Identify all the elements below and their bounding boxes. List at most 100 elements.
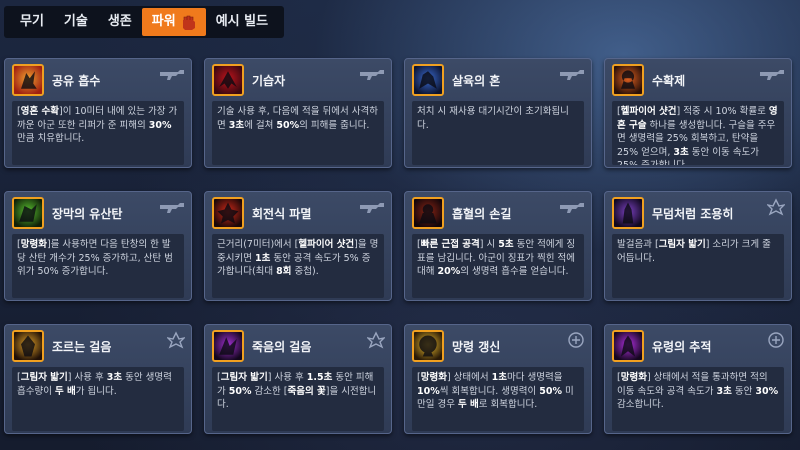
highlight-text: 20% <box>437 266 461 277</box>
power-card-header: 무덤처럼 조용히 <box>612 197 784 229</box>
tab-survival[interactable]: 생존 <box>98 8 142 36</box>
highlight-text: 3초 <box>716 385 732 397</box>
power-description: 근거리(7미터)에서 [헬파이어 샷건]을 명중시키면 1초 동안 공격 속도가… <box>212 234 384 298</box>
power-art-icon <box>412 64 444 96</box>
power-art-icon <box>212 330 244 362</box>
power-card-header: 유령의 추적 <box>612 330 784 362</box>
shotgun-icon <box>559 65 585 80</box>
description-text: 처치 시 재사용 대기시간이 초기화됩니다. <box>417 106 569 131</box>
power-card[interactable]: 조르는 걸음 [그림자 밟기] 사용 후 3초 동안 생명력 흡수량이 두 배가 … <box>4 324 192 434</box>
fist-icon <box>180 14 198 30</box>
power-description: [망령화] 상태에서 1초마다 생명력을 10%씩 회복합니다. 생명력이 50… <box>412 367 584 431</box>
power-card[interactable]: 흡혈의 손길 [빠른 근접 공격] 시 5초 동안 적에게 징표를 남깁니다. 아… <box>404 191 592 301</box>
power-title: 기습자 <box>252 73 286 88</box>
description-text: 에 걸쳐 <box>244 119 277 131</box>
description-text: 로 회복합니다. <box>478 399 538 410</box>
power-card[interactable]: 기습자기술 사용 후, 다음에 적을 뒤에서 사격하면 3초에 걸쳐 50%의 … <box>204 58 392 168</box>
highlight-text: 그림자 밟기 <box>20 372 68 383</box>
highlight-text: 빠른 근접 공격 <box>420 239 480 250</box>
highlight-text: 1초 <box>491 372 508 383</box>
highlight-text: 30% <box>755 385 779 397</box>
power-art-icon <box>612 64 644 96</box>
description-text: 발걸음과 [ <box>617 239 659 250</box>
highlight-text: 망령화 <box>20 239 47 250</box>
power-description: 기술 사용 후, 다음에 적을 뒤에서 사격하면 3초에 걸쳐 50%의 피해를… <box>212 101 384 165</box>
tab-power[interactable]: 파워 <box>141 8 206 36</box>
power-title: 수확제 <box>652 73 686 88</box>
highlight-text: 두 배 <box>54 385 76 397</box>
power-description: [망령화] 상태에서 적을 통과하면 적의 이동 속도와 공격 속도가 3초 동… <box>612 367 784 431</box>
shotgun-icon <box>159 198 185 213</box>
power-title: 공유 흡수 <box>52 73 101 88</box>
power-art-icon <box>612 330 644 362</box>
power-card[interactable]: 살육의 혼처치 시 재사용 대기시간이 초기화됩니다. <box>404 58 592 168</box>
power-card[interactable]: 장막의 유산탄 [망령화]를 사용하면 다음 탄창의 한 발당 산탄 개수가 25… <box>4 191 192 301</box>
power-description: 발걸음과 [그림자 밟기] 소리가 크게 줄어듭니다. <box>612 234 784 298</box>
ability-emblem-icon <box>365 331 387 349</box>
power-card[interactable]: 회전식 파멸근거리(7미터)에서 [헬파이어 샷건]을 명중시키면 1초 동안 … <box>204 191 392 301</box>
description-text: 마다 생명력을 <box>507 372 563 383</box>
power-title: 회전식 파멸 <box>252 206 312 221</box>
highlight-text: 헬파이어 샷건 <box>298 239 355 250</box>
highlight-text: 망령화 <box>420 372 447 383</box>
power-description: [그림자 밟기] 사용 후 1.5초 동안 피해가 50% 감소한 [죽음의 꽃… <box>212 367 384 431</box>
power-title: 유령의 추적 <box>652 339 712 354</box>
power-art-icon <box>612 197 644 229</box>
highlight-text: 50% <box>276 119 300 131</box>
power-card-header: 망령 갱신 <box>412 330 584 362</box>
power-title: 조르는 걸음 <box>52 339 112 354</box>
power-card[interactable]: 공유 흡수 [영혼 수확]이 10미터 내에 있는 가장 가까운 아군 또한 리퍼… <box>4 58 192 168</box>
highlight-text: 3초 <box>673 146 689 158</box>
description-text: 동안 <box>731 385 756 397</box>
power-description: 처치 시 재사용 대기시간이 초기화됩니다. <box>412 101 584 165</box>
tab-weapons[interactable]: 무기 <box>10 8 54 36</box>
description-text: 씩 회복합니다. 생명력이 <box>439 385 540 397</box>
highlight-text: 헬파이어 샷건 <box>620 106 677 117</box>
power-card[interactable]: 무덤처럼 조용히발걸음과 [그림자 밟기] 소리가 크게 줄어듭니다. <box>604 191 792 301</box>
power-description: [빠른 근접 공격] 시 5초 동안 적에게 징표를 남깁니다. 아군이 징표가… <box>412 234 584 298</box>
description-text: ] 적중 시 10% 확률로 <box>676 106 769 117</box>
power-title: 살육의 혼 <box>452 73 501 88</box>
power-card[interactable]: 수확제 [헬파이어 샷건] 적중 시 10% 확률로 영혼 구슬 하나를 생성합니… <box>604 58 792 168</box>
description-text: 감소한 [ <box>251 385 288 397</box>
shotgun-icon <box>159 65 185 80</box>
power-art-icon <box>212 197 244 229</box>
description-text: 만큼 치유합니다. <box>17 133 85 144</box>
highlight-text: 10% <box>417 385 440 397</box>
highlight-text: 30% <box>148 119 172 131</box>
highlight-text: 1.5초 <box>306 372 333 383</box>
shotgun-icon <box>359 65 385 80</box>
power-art-icon <box>412 330 444 362</box>
highlight-text: 망령화 <box>620 372 647 383</box>
highlight-text: 5초 <box>498 239 514 250</box>
power-title: 무덤처럼 조용히 <box>652 206 734 221</box>
power-title: 죽음의 걸음 <box>252 339 312 354</box>
tab-example-builds[interactable]: 예시 빌드 <box>206 8 278 36</box>
description-text: 의 피해를 줍니다. <box>299 119 370 131</box>
power-card-header: 조르는 걸음 <box>12 330 184 362</box>
highlight-text: 두 배 <box>458 399 479 410</box>
power-card[interactable]: 유령의 추적 [망령화] 상태에서 적을 통과하면 적의 이동 속도와 공격 속도… <box>604 324 792 434</box>
shotgun-icon <box>759 65 785 80</box>
power-art-icon <box>212 64 244 96</box>
power-card[interactable]: 죽음의 걸음 [그림자 밟기] 사용 후 1.5초 동안 피해가 50% 감소한 … <box>204 324 392 434</box>
power-description: [망령화]를 사용하면 다음 탄창의 한 발당 산탄 개수가 25% 증가하고,… <box>12 234 184 298</box>
highlight-text: 영혼 수확 <box>20 106 59 117</box>
power-card-header: 죽음의 걸음 <box>212 330 384 362</box>
tab-power-label: 파워 <box>151 14 176 29</box>
power-description: [영혼 수확]이 10미터 내에 있는 가장 가까운 아군 또한 리퍼가 준 피… <box>12 101 184 165</box>
description-text: 의 생명력 흡수를 얻습니다. <box>460 266 569 277</box>
highlight-text: 그림자 밟기 <box>220 372 268 383</box>
description-text: 감소합니다. <box>617 399 664 410</box>
power-description: [헬파이어 샷건] 적중 시 10% 확률로 영혼 구슬 하나를 생성합니다. … <box>612 101 784 165</box>
power-card[interactable]: 망령 갱신 [망령화] 상태에서 1초마다 생명력을 10%씩 회복합니다. 생명… <box>404 324 592 434</box>
tab-abilities[interactable]: 기술 <box>54 8 98 36</box>
power-art-icon <box>412 197 444 229</box>
highlight-text: 1초 <box>254 252 271 264</box>
highlight-text: 8회 <box>276 266 292 277</box>
description-text: 가 됩니다. <box>75 385 117 397</box>
power-art-icon <box>12 197 44 229</box>
shotgun-icon <box>559 198 585 213</box>
highlight-text: 그림자 밟기 <box>658 239 706 250</box>
description-text: 중첩). <box>291 266 319 277</box>
